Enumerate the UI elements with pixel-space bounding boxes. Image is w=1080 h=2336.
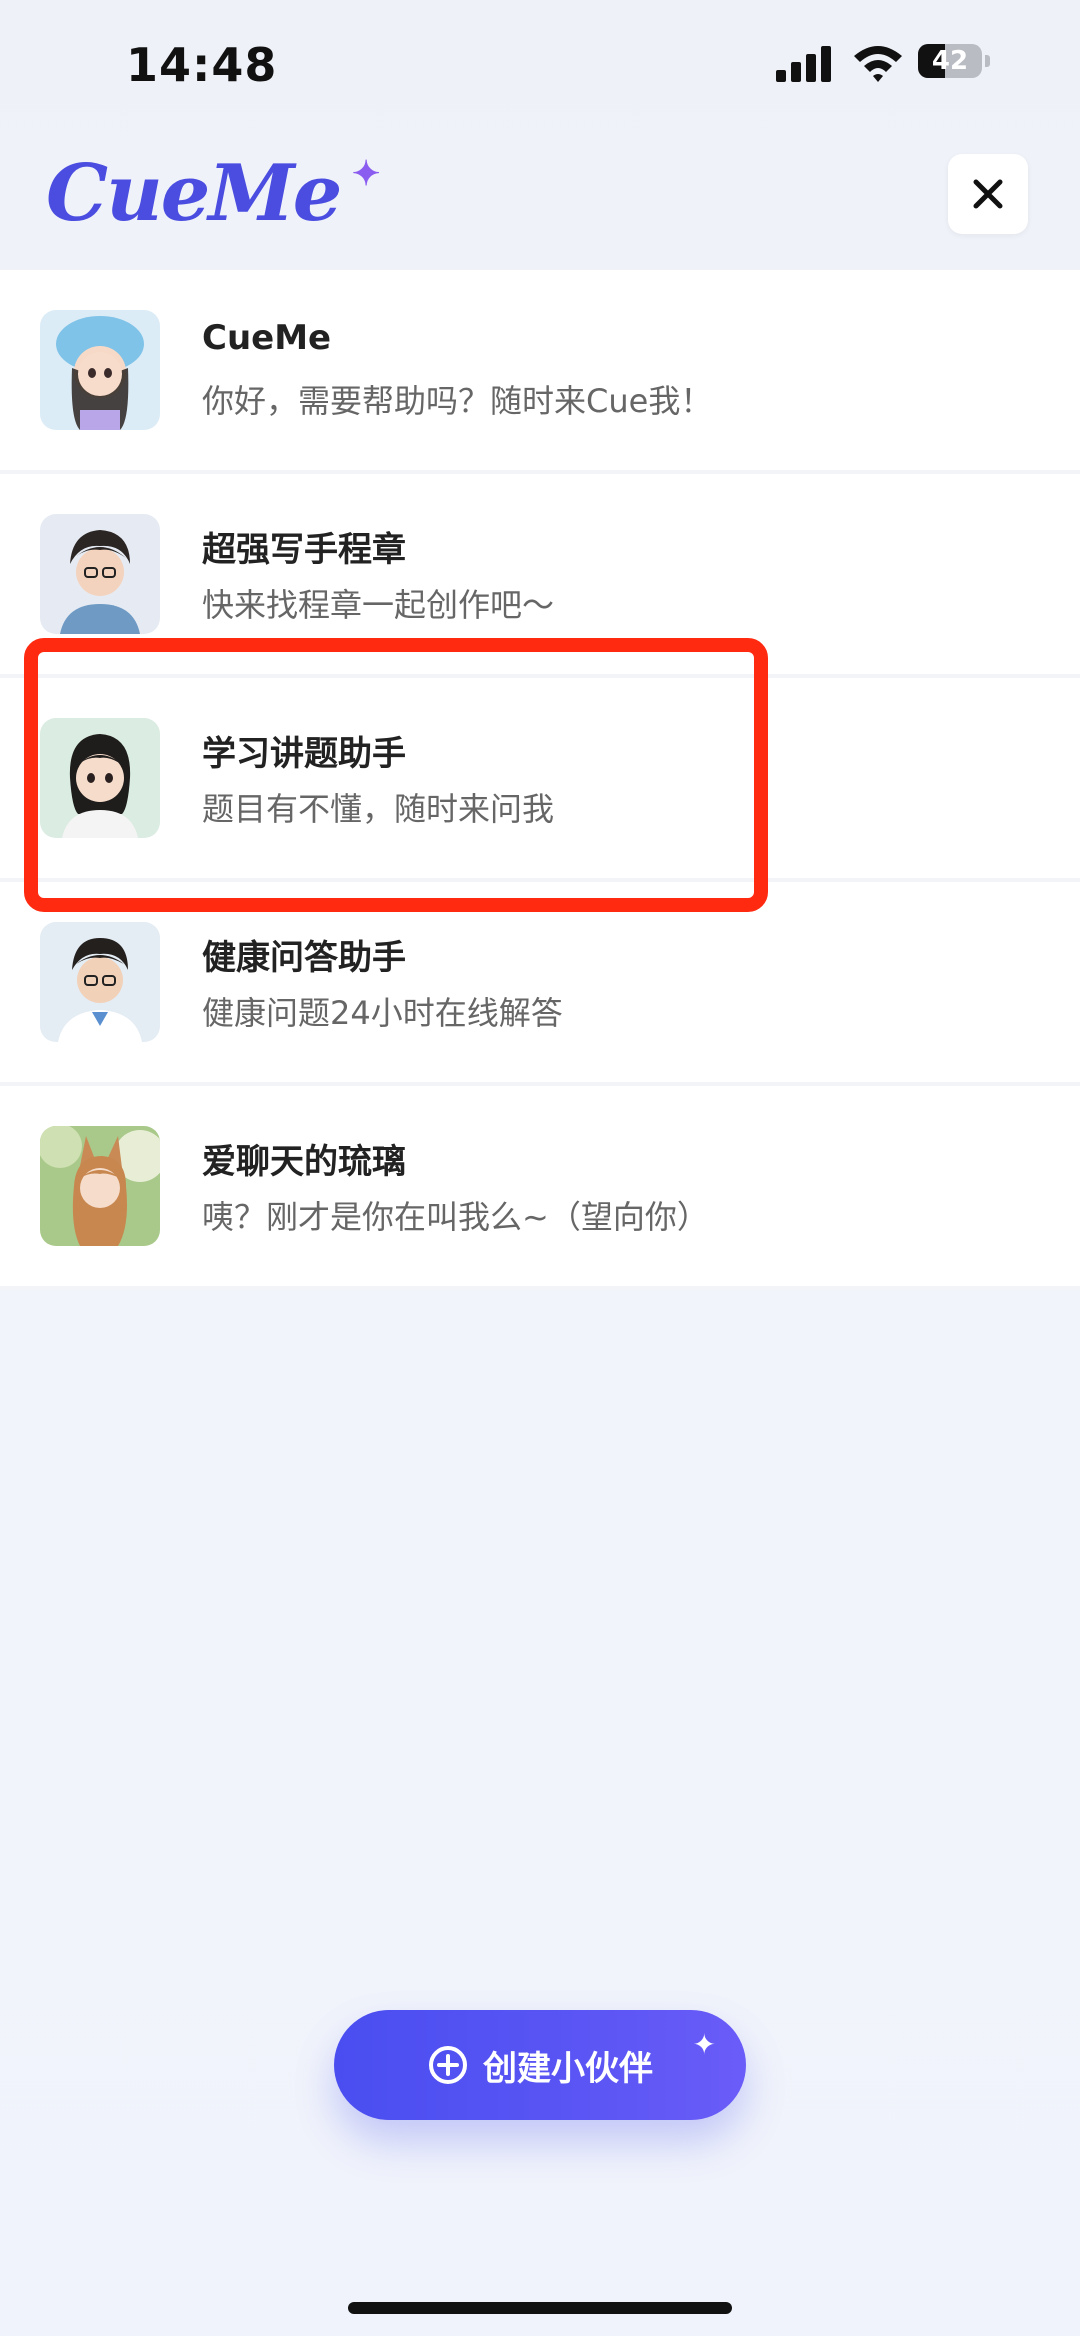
cellular-signal-icon — [776, 46, 834, 82]
sparkle-icon: ✦ — [351, 154, 380, 194]
avatar — [40, 1126, 160, 1246]
create-partner-label: 创建小伙伴 — [483, 2048, 653, 2089]
app-header: CueMe ✦ — [0, 140, 1080, 270]
home-indicator — [348, 2302, 732, 2314]
avatar — [40, 310, 160, 430]
close-button[interactable] — [948, 154, 1028, 234]
chat-name: 爱聊天的琉璃 — [202, 1142, 406, 1182]
highlight-box — [24, 638, 768, 912]
chat-item-health[interactable]: 健康问答助手 健康问题24小时在线解答 — [0, 882, 1080, 1086]
plus-circle-icon — [429, 2046, 467, 2084]
create-partner-button[interactable]: 创建小伙伴 ✦ — [334, 2010, 746, 2120]
cueme-logo: CueMe ✦ — [46, 148, 380, 239]
battery-percent: 42 — [931, 46, 969, 76]
sparkle-icon: ✦ — [692, 2028, 716, 2061]
chat-preview: 快来找程章一起创作吧～ — [202, 586, 555, 624]
chat-item-liuli[interactable]: 爱聊天的琉璃 咦？刚才是你在叫我么~（望向你） — [0, 1086, 1080, 1290]
status-time: 14:48 — [126, 38, 278, 92]
chat-preview: 健康问题24小时在线解答 — [202, 994, 563, 1032]
chat-name: 健康问答助手 — [202, 938, 406, 978]
close-icon — [973, 179, 1003, 209]
chat-name: CueMe — [202, 318, 332, 358]
avatar — [40, 514, 160, 634]
chat-preview: 你好，需要帮助吗？随时来Cue我！ — [202, 382, 713, 420]
battery-icon: 42 — [918, 44, 990, 80]
chat-name: 超强写手程章 — [202, 530, 406, 570]
chat-preview: 咦？刚才是你在叫我么~（望向你） — [202, 1198, 709, 1236]
wifi-icon — [854, 46, 902, 82]
chat-item-cueme[interactable]: CueMe 你好，需要帮助吗？随时来Cue我！ — [0, 270, 1080, 474]
status-bar: 14:48 42 — [0, 0, 1080, 130]
avatar — [40, 922, 160, 1042]
